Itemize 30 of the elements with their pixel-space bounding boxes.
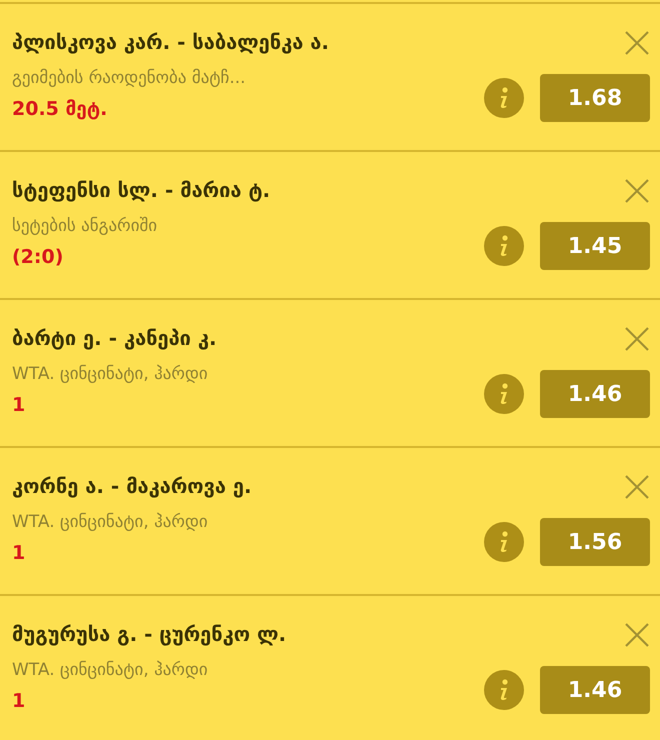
info-button[interactable] <box>484 374 524 414</box>
close-icon <box>624 326 650 352</box>
odds-button[interactable]: 1.56 <box>540 518 650 566</box>
odds-button[interactable]: 1.68 <box>540 74 650 122</box>
odds-button[interactable]: 1.46 <box>540 370 650 418</box>
close-icon <box>624 474 650 500</box>
odds-button[interactable]: 1.46 <box>540 666 650 714</box>
info-button[interactable] <box>484 78 524 118</box>
bet-pick: 1 <box>12 394 26 416</box>
info-button[interactable] <box>484 522 524 562</box>
market-name: გეიმების რაოდენობა მატჩ... <box>12 68 247 88</box>
close-icon <box>624 178 650 204</box>
bet-pick: 1 <box>12 542 26 564</box>
info-button[interactable] <box>484 226 524 266</box>
match-title: პლისკოვა კარ. - საბალენკა ა. <box>12 30 330 54</box>
match-title: მუგურუსა გ. - ცურენკო ლ. <box>12 622 288 646</box>
odds-button[interactable]: 1.45 <box>540 222 650 270</box>
market-name: WTA. ცინცინატი, ჰარდი <box>12 660 209 680</box>
market-name: სეტების ანგარიში <box>12 216 158 236</box>
match-title: ბარტი ე. - კანეპი კ. <box>12 326 218 350</box>
market-name: WTA. ცინცინატი, ჰარდი <box>12 512 209 532</box>
bet-pick: (2:0) <box>12 246 64 268</box>
close-icon <box>624 622 650 648</box>
close-icon <box>624 30 650 56</box>
bet-pick: 20.5 მეტ. <box>12 98 108 120</box>
match-title: კორნე ა. - მაკაროვა ე. <box>12 474 253 498</box>
bet-pick: 1 <box>12 690 26 712</box>
match-title: სტეფენსი სლ. - მარია ტ. <box>12 178 272 202</box>
market-name: WTA. ცინცინატი, ჰარდი <box>12 364 209 384</box>
info-button[interactable] <box>484 670 524 710</box>
